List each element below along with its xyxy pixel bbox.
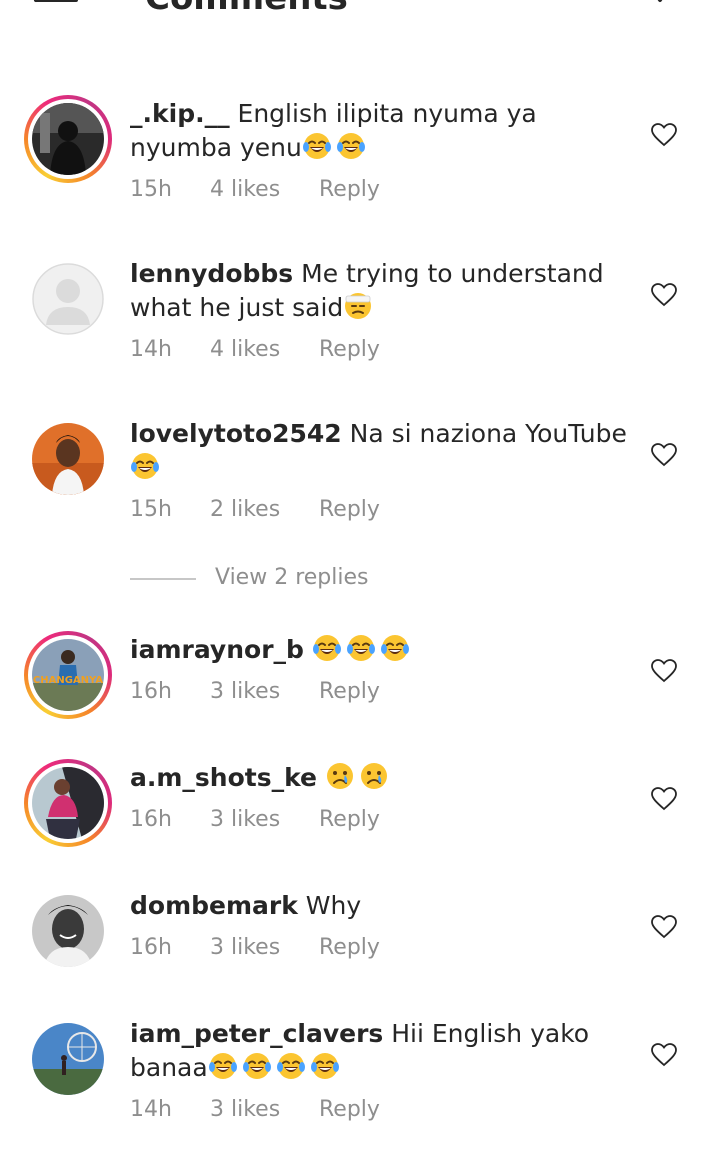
comment-body xyxy=(317,763,325,792)
comment-meta: 14h 4 likes Reply xyxy=(130,337,380,362)
comment-meta: 14h 3 likes Reply xyxy=(130,1097,380,1122)
heart-icon[interactable] xyxy=(651,283,677,307)
crying-face-emoji xyxy=(359,761,389,791)
arrow-left-icon[interactable] xyxy=(30,0,80,20)
laughing-crying-emoji xyxy=(208,1051,238,1081)
avatar-caption: CHANGANYA xyxy=(33,675,103,686)
comment-text: dombemark Why xyxy=(130,889,630,923)
comment-time: 14h xyxy=(130,1097,172,1122)
reply-button[interactable]: Reply xyxy=(319,679,380,704)
avatar-photo xyxy=(32,423,104,495)
comment-text: iam_peter_clavers Hii English yako banaa xyxy=(130,1017,630,1085)
laughing-crying-emoji xyxy=(130,451,160,481)
avatar[interactable] xyxy=(24,255,112,343)
comment-meta: 16h 3 likes Reply xyxy=(130,935,380,960)
laughing-crying-emoji xyxy=(302,131,332,161)
emoji-group xyxy=(325,763,393,792)
comment-username[interactable]: lovelytoto2542 xyxy=(130,419,342,448)
comments-screen: Comments _.kip.__ English ilipita nyuma … xyxy=(0,0,720,1151)
comment-likes[interactable]: 3 likes xyxy=(210,807,319,832)
laughing-crying-emoji xyxy=(336,131,366,161)
view-replies-label[interactable]: View 2 replies xyxy=(215,565,368,590)
comment-text: lovelytoto2542 Na si naziona YouTube xyxy=(130,417,630,485)
reply-button[interactable]: Reply xyxy=(319,497,380,522)
reply-button[interactable]: Reply xyxy=(319,1097,380,1122)
avatar-photo: CHANGANYA xyxy=(32,639,104,711)
emoji-group xyxy=(302,133,370,162)
emoji-group xyxy=(130,453,164,482)
reply-button[interactable]: Reply xyxy=(319,177,380,202)
avatar[interactable] xyxy=(24,1015,112,1103)
avatar-photo xyxy=(32,895,104,967)
replies-divider xyxy=(130,578,196,580)
comment-meta: 15h 2 likes Reply xyxy=(130,497,380,522)
comment-body: Why xyxy=(297,891,362,920)
send-icon[interactable] xyxy=(640,0,680,20)
avatar[interactable] xyxy=(24,759,112,847)
page-title: Comments xyxy=(145,0,348,18)
comment-text: a.m_shots_ke xyxy=(130,761,630,795)
heart-icon[interactable] xyxy=(651,123,677,147)
heart-icon[interactable] xyxy=(651,915,677,939)
comment-likes[interactable]: 2 likes xyxy=(210,497,319,522)
comment-time: 14h xyxy=(130,337,172,362)
heart-icon[interactable] xyxy=(651,787,677,811)
comment-text: _.kip.__ English ilipita nyuma ya nyumba… xyxy=(130,97,630,165)
reply-button[interactable]: Reply xyxy=(319,935,380,960)
comment-likes[interactable]: 3 likes xyxy=(210,679,319,704)
header-bar: Comments xyxy=(0,0,720,40)
comment-time: 16h xyxy=(130,807,172,832)
laughing-crying-emoji xyxy=(312,633,342,663)
comment-likes[interactable]: 3 likes xyxy=(210,1097,319,1122)
avatar[interactable] xyxy=(24,887,112,975)
laughing-crying-emoji xyxy=(242,1051,272,1081)
comment-time: 16h xyxy=(130,679,172,704)
reply-button[interactable]: Reply xyxy=(319,807,380,832)
comment-time: 16h xyxy=(130,935,172,960)
comment-body: Na si naziona YouTube xyxy=(341,419,627,448)
comment-body xyxy=(304,635,312,664)
comment-username[interactable]: a.m_shots_ke xyxy=(130,763,317,792)
view-replies-button[interactable]: View 2 replies xyxy=(130,565,430,595)
comment-time: 15h xyxy=(130,177,172,202)
avatar[interactable] xyxy=(24,95,112,183)
comment-likes[interactable]: 4 likes xyxy=(210,337,319,362)
comment-likes[interactable]: 4 likes xyxy=(210,177,319,202)
comment-meta: 15h 4 likes Reply xyxy=(130,177,380,202)
laughing-crying-emoji xyxy=(346,633,376,663)
bandaged-face-emoji xyxy=(343,291,373,321)
comment-time: 15h xyxy=(130,497,172,522)
heart-icon[interactable] xyxy=(651,1043,677,1067)
heart-icon[interactable] xyxy=(651,443,677,467)
avatar[interactable]: CHANGANYA xyxy=(24,631,112,719)
avatar-photo xyxy=(32,103,104,175)
comment-username[interactable]: dombemark xyxy=(130,891,298,920)
comment-meta: 16h 3 likes Reply xyxy=(130,679,380,704)
comment-username[interactable]: _.kip.__ xyxy=(130,99,230,128)
avatar-photo xyxy=(32,1023,104,1095)
reply-button[interactable]: Reply xyxy=(319,337,380,362)
comment-username[interactable]: iamraynor_b xyxy=(130,635,304,664)
crying-face-emoji xyxy=(325,761,355,791)
laughing-crying-emoji xyxy=(276,1051,306,1081)
heart-icon[interactable] xyxy=(651,659,677,683)
laughing-crying-emoji xyxy=(380,633,410,663)
avatar[interactable] xyxy=(24,415,112,503)
avatar-photo xyxy=(32,767,104,839)
laughing-crying-emoji xyxy=(310,1051,340,1081)
emoji-group xyxy=(312,635,414,664)
comment-meta: 16h 3 likes Reply xyxy=(130,807,380,832)
avatar-photo xyxy=(32,263,104,335)
comment-username[interactable]: lennydobbs xyxy=(130,259,293,288)
comment-likes[interactable]: 3 likes xyxy=(210,935,319,960)
emoji-group xyxy=(343,293,377,322)
comment-username[interactable]: iam_peter_clavers xyxy=(130,1019,383,1048)
comment-text: iamraynor_b xyxy=(130,633,630,667)
emoji-group xyxy=(208,1053,344,1082)
comment-text: lennydobbs Me trying to understand what … xyxy=(130,257,630,325)
